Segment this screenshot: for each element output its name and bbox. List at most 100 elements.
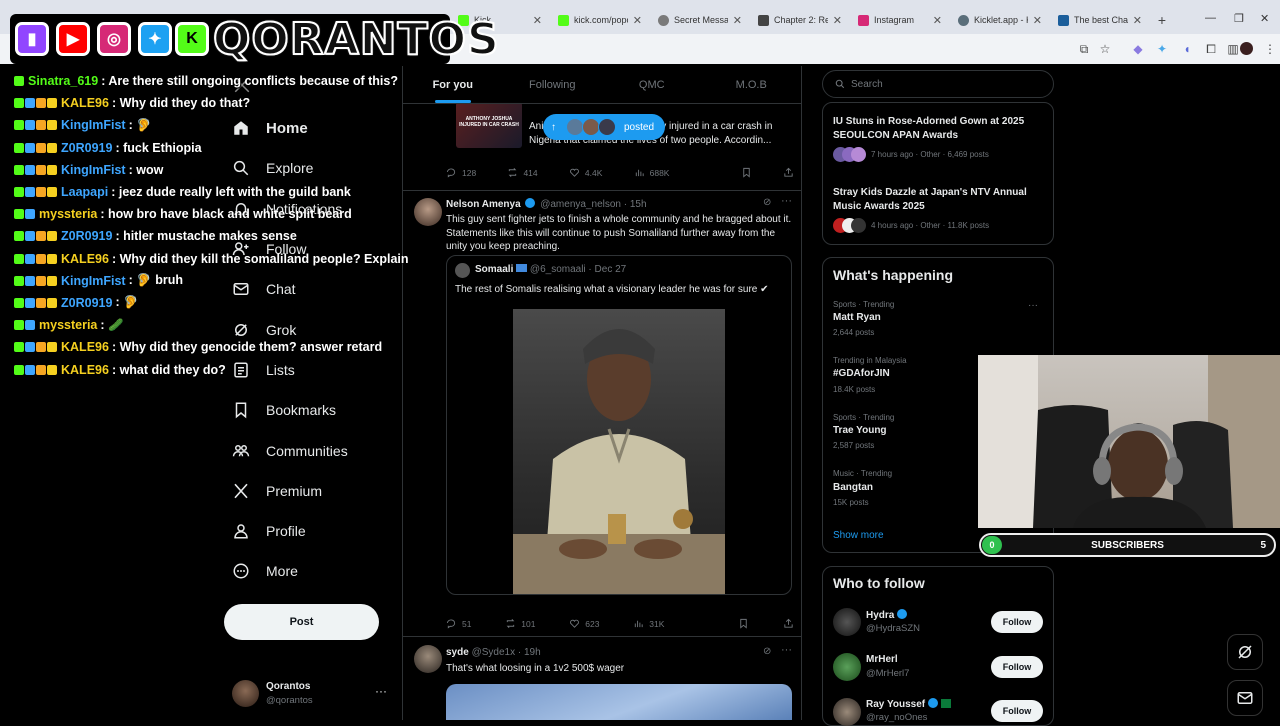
tweet-video[interactable] (446, 684, 792, 720)
profile-avatar-icon[interactable] (1240, 42, 1253, 55)
account-switcher[interactable]: Qorantos @qorantos ··· (230, 678, 390, 710)
browser-tab[interactable]: Chapter 2: Res✕ (750, 6, 850, 34)
avatar[interactable] (414, 645, 442, 673)
nav-item-premium[interactable]: Premium (224, 471, 404, 511)
webcam-scene (978, 355, 1280, 528)
trend-name[interactable]: Matt Ryan (833, 312, 881, 323)
news-item-title[interactable]: Stray Kids Dazzle at Japan's NTV Annual … (833, 186, 1043, 213)
tweet[interactable]: Nelson Amenya @amenya_nelson · 15h ⊘ ···… (403, 191, 801, 637)
browser-tab[interactable]: kick.com/popo ✕ (550, 6, 650, 34)
nav-item-label: More (266, 563, 298, 580)
browser-tab[interactable]: The best Chat ✕ (1050, 6, 1150, 34)
follow-button[interactable]: Follow (991, 656, 1043, 678)
chat-badges (14, 231, 57, 242)
like-button[interactable]: 4.4K (569, 167, 602, 178)
star-icon[interactable]: ☆ (1098, 42, 1112, 56)
share-button[interactable] (783, 618, 794, 629)
close-tab-icon[interactable]: ✕ (533, 14, 542, 27)
menu-dots-icon[interactable]: ⋮ (1263, 42, 1277, 56)
close-tab-icon[interactable]: ✕ (1133, 14, 1142, 27)
views-button[interactable]: 31K (633, 618, 664, 629)
puzzle-icon[interactable]: ⧠ (1204, 42, 1218, 56)
share-button[interactable] (783, 167, 794, 178)
quoted-photo[interactable] (513, 309, 725, 594)
messages-button[interactable] (1227, 680, 1263, 716)
like-button[interactable]: 623 (569, 618, 599, 629)
tab-following[interactable]: Following (503, 66, 603, 103)
new-posts-pill[interactable]: ↑ posted (543, 114, 665, 140)
close-tab-icon[interactable]: ✕ (733, 14, 742, 27)
more-dots-icon[interactable]: ··· (375, 684, 387, 698)
grok-button[interactable] (1227, 634, 1263, 670)
trend-name[interactable]: Bangtan (833, 482, 873, 493)
new-tab-button[interactable]: + (1150, 12, 1174, 28)
bookmark-button[interactable] (741, 167, 752, 178)
account-handle: @qorantos (266, 695, 313, 706)
post-button[interactable]: Post (224, 604, 379, 640)
grok-icon[interactable]: ⊘ (763, 197, 771, 208)
author-name[interactable]: syde (446, 647, 469, 658)
browser-tab[interactable]: Instagram ✕ (850, 6, 950, 34)
browser-tab[interactable]: Kicklet.app - Ki✕ (950, 6, 1050, 34)
restore-icon[interactable]: ❐ (1234, 12, 1244, 25)
tab-mob[interactable]: M.O.B (702, 66, 802, 103)
avatar[interactable] (833, 653, 861, 681)
close-window-icon[interactable]: ✕ (1260, 12, 1269, 25)
follow-button[interactable]: Follow (991, 611, 1043, 633)
minimize-icon[interactable]: — (1205, 12, 1216, 24)
bookmark-button[interactable] (738, 618, 749, 629)
stream-chat-overlay: Sinatra_619: Are there still ongoing con… (14, 70, 414, 381)
author-handle[interactable]: @Syde1x · 19h (472, 647, 541, 658)
news-item-title[interactable]: IU Stuns in Rose-Adorned Gown at 2025 SE… (833, 115, 1043, 142)
chat-badges (14, 364, 57, 375)
author-name[interactable]: Nelson Amenya (446, 199, 521, 210)
follow-button[interactable]: Follow (991, 700, 1043, 722)
views-button[interactable]: 688K (634, 167, 669, 178)
repost-button[interactable]: 101 (505, 618, 535, 629)
grok-icon[interactable]: ⊘ (763, 646, 771, 657)
show-more-link[interactable]: Show more (833, 530, 884, 541)
close-tab-icon[interactable]: ✕ (1033, 14, 1042, 27)
chat-message: myssteria: how bro have black and white … (14, 203, 414, 225)
nav-item-more[interactable]: More (224, 551, 404, 591)
chat-message-text: : 🦻 (128, 117, 152, 132)
avatar[interactable] (833, 608, 861, 636)
extension-icon[interactable]: ◖ (1180, 42, 1194, 56)
repost-button[interactable]: 414 (507, 167, 538, 178)
chat-badge-icon (14, 164, 24, 175)
subscriber-count: 0 (982, 536, 1002, 554)
search-input[interactable]: Search (822, 70, 1054, 98)
follow-handle: @MrHerl7 (866, 668, 910, 679)
more-dots-icon[interactable]: ··· (1028, 300, 1038, 311)
tab-qmc[interactable]: QMC (602, 66, 702, 103)
close-tab-icon[interactable]: ✕ (833, 14, 842, 27)
avatar[interactable] (414, 198, 442, 226)
install-icon[interactable]: ⧉ (1077, 42, 1091, 56)
more-dots-icon[interactable]: ··· (781, 644, 792, 656)
nav-item-bookmarks[interactable]: Bookmarks (224, 390, 404, 430)
follow-name[interactable]: MrHerl (866, 654, 898, 665)
follow-name[interactable]: Ray Youssef (866, 698, 951, 710)
author-handle[interactable]: @amenya_nelson · 15h (540, 199, 646, 210)
trend-name[interactable]: Trae Young (833, 425, 887, 436)
close-tab-icon[interactable]: ✕ (933, 14, 942, 27)
avatar[interactable] (833, 698, 861, 726)
quoted-tweet[interactable]: Somaali @6_somaali · Dec 27 The rest of … (446, 255, 792, 595)
tweet[interactable]: syde @Syde1x · 19h ⊘ ··· That's what loo… (403, 637, 801, 720)
tab-for-you[interactable]: For you (403, 66, 503, 103)
browser-tab[interactable]: Secret Messag✕ (650, 6, 750, 34)
extension-icon[interactable]: ✦ (1155, 42, 1169, 56)
nav-item-profile[interactable]: Profile (224, 511, 404, 551)
reply-button[interactable]: 51 (446, 618, 471, 629)
close-tab-icon[interactable]: ✕ (633, 14, 642, 27)
reply-button[interactable]: 128 (446, 167, 476, 178)
trend-name[interactable]: #GDAforJIN (833, 368, 890, 379)
chat-badge-icon (25, 253, 35, 264)
tweet-thumbnail[interactable]: ANTHONY JOSHUA INJURED IN CAR CRASH (456, 102, 522, 148)
follow-name[interactable]: Hydra (866, 609, 908, 621)
sidebar-icon[interactable]: ▥ (1226, 42, 1240, 56)
nav-item-communities[interactable]: Communities (224, 430, 404, 470)
twitch-icon: ▮ (15, 22, 49, 56)
more-dots-icon[interactable]: ··· (781, 195, 792, 207)
extension-icon[interactable]: ◆ (1131, 42, 1145, 56)
